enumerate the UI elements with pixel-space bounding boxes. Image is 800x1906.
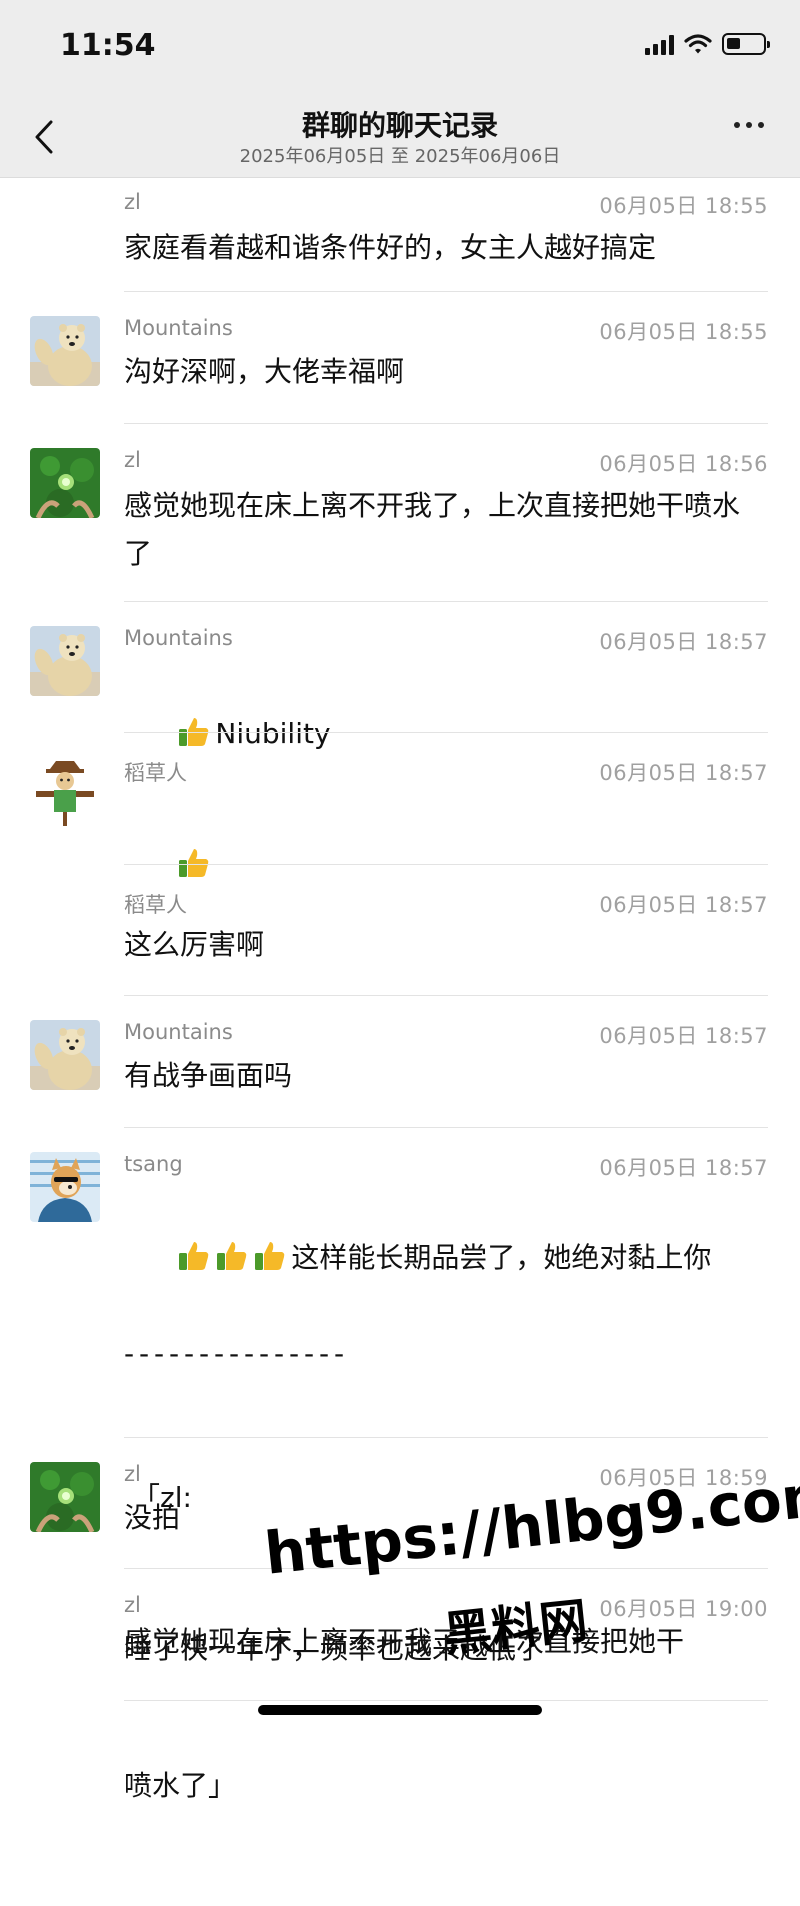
thumbs-up-icon xyxy=(217,1242,247,1270)
sender-name: Mountains xyxy=(124,1020,233,1044)
list-item[interactable]: 稻草人 06月05日 18:57 这么厉害啊 xyxy=(0,865,800,996)
header-bar: 11:54 群聊的聊天记录 2025年06月05日 至 2025年06月06日 xyxy=(0,0,800,178)
sender-name: zl xyxy=(124,1462,141,1486)
avatar[interactable] xyxy=(30,316,100,386)
avatar[interactable] xyxy=(30,626,100,696)
sender-name: zl xyxy=(124,1593,141,1617)
date-range: 2025年06月05日 至 2025年06月06日 xyxy=(239,146,561,167)
polar-bear-icon xyxy=(30,626,100,696)
status-icons xyxy=(645,33,770,55)
quote-line-3: 喷水了」 xyxy=(124,1769,237,1802)
quote-divider: - - - - - - - - - - - - - - - xyxy=(124,1337,344,1370)
avatar[interactable] xyxy=(30,1020,100,1090)
message-time: 06月05日 18:57 xyxy=(599,1156,768,1180)
thumbs-up-icon xyxy=(255,1242,285,1270)
avatar[interactable] xyxy=(30,448,100,518)
battery-icon xyxy=(722,33,770,55)
message-text: 沟好深啊，大佬幸福啊 xyxy=(124,355,405,388)
message-time: 06月05日 19:00 xyxy=(599,1597,768,1621)
avatar[interactable] xyxy=(30,1462,100,1532)
avatar[interactable] xyxy=(30,757,100,827)
message-text: 感觉她现在床上离不开我了，上次直接把她干喷水了 xyxy=(124,489,741,570)
scarecrow-icon xyxy=(30,757,100,827)
thumbs-up-icon xyxy=(179,1242,209,1270)
list-item[interactable]: Mountains 06月05日 18:57 Niubility xyxy=(0,602,800,750)
list-item[interactable]: Mountains 06月05日 18:55 沟好深啊，大佬幸福啊 xyxy=(0,292,800,424)
list-item[interactable]: 稻草人 06月05日 18:57 xyxy=(0,733,800,877)
sender-name: zl xyxy=(124,190,141,214)
chat-record-list: zl 06月05日 18:55 家庭看着越和谐条件好的，女主人越好搞定 Moun… xyxy=(0,178,800,1802)
list-item[interactable]: Mountains 06月05日 18:57 有战争画面吗 xyxy=(0,996,800,1128)
divider xyxy=(124,1700,768,1701)
sender-name: 稻草人 xyxy=(124,761,187,785)
more-dots-icon[interactable] xyxy=(734,122,764,128)
list-item[interactable]: zl 06月05日 18:56 感觉她现在床上离不开我了，上次直接把她干喷水了 xyxy=(0,424,800,602)
message-time: 06月05日 18:55 xyxy=(599,320,768,344)
message-text: 家庭看着越和谐条件好的，女主人越好搞定 xyxy=(124,231,657,264)
message-time: 06月05日 18:57 xyxy=(599,761,768,785)
message-time: 06月05日 18:56 xyxy=(599,452,768,476)
sender-name: Mountains xyxy=(124,626,233,650)
message-time: 06月05日 18:59 xyxy=(599,1466,768,1490)
green-leaf-icon xyxy=(30,448,100,518)
polar-bear-icon xyxy=(30,1020,100,1090)
message-text: 没拍 xyxy=(124,1501,181,1534)
sender-name: 稻草人 xyxy=(124,893,187,917)
polar-bear-icon xyxy=(30,316,100,386)
sender-name: tsang xyxy=(124,1152,183,1176)
list-item[interactable]: zl 06月05日 18:59 没拍 xyxy=(0,1438,800,1569)
home-indicator[interactable] xyxy=(258,1705,542,1715)
status-time: 11:54 xyxy=(60,28,156,63)
message-time: 06月05日 18:57 xyxy=(599,893,768,917)
message-time: 06月05日 18:57 xyxy=(599,1024,768,1048)
wifi-icon xyxy=(684,34,712,54)
list-item[interactable]: zl 06月05日 18:55 家庭看着越和谐条件好的，女主人越好搞定 xyxy=(0,178,800,292)
sender-name: Mountains xyxy=(124,316,233,340)
sender-name: zl xyxy=(124,448,141,472)
message-time: 06月05日 18:55 xyxy=(599,194,768,218)
page-title: 群聊的聊天记录 xyxy=(301,109,498,142)
list-item[interactable]: zl 06月05日 19:00 睡了快一年了，频率也越来越低了 xyxy=(0,1569,800,1701)
message-time: 06月05日 18:57 xyxy=(599,630,768,654)
shiba-dog-icon xyxy=(30,1152,100,1222)
message-text: 睡了快一年了，频率也越来越低了 xyxy=(124,1632,545,1665)
message-text: 有战争画面吗 xyxy=(124,1059,293,1092)
list-item[interactable]: tsang 06月05日 18:57 这样能长期品尝了，她绝对黏上你 - - -… xyxy=(0,1128,800,1802)
message-text: 这么厉害啊 xyxy=(124,928,265,961)
avatar[interactable] xyxy=(30,1152,100,1222)
green-leaf-icon xyxy=(30,1462,100,1532)
message-text: 这样能长期品尝了，她绝对黏上你 xyxy=(291,1241,712,1274)
signal-icon xyxy=(645,33,674,55)
